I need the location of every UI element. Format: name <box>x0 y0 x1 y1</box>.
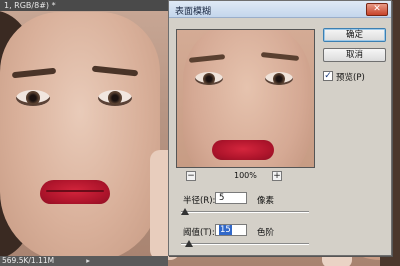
preview-label: 预览(P) <box>336 73 365 83</box>
radius-slider[interactable] <box>180 208 309 216</box>
status-text: 569.5K/1.11M <box>2 256 55 265</box>
threshold-value: 15 <box>219 225 232 235</box>
left-eyebrow <box>11 67 57 79</box>
surface-blur-dialog: 表面模糊 ✕ − 100% + 确定 取消 ✓ 预览(P) 半径(R): 5 像… <box>168 0 392 256</box>
threshold-slider-track <box>181 243 309 245</box>
zoom-in-button[interactable]: + <box>272 171 282 181</box>
cancel-button[interactable]: 取消 <box>323 48 386 62</box>
lips <box>40 180 110 204</box>
right-eyebrow <box>91 65 139 77</box>
zoom-out-button[interactable]: − <box>186 171 196 181</box>
dialog-titlebar[interactable]: 表面模糊 ✕ <box>169 1 391 18</box>
threshold-slider-thumb[interactable] <box>184 240 193 247</box>
filter-preview[interactable] <box>176 29 315 168</box>
radius-unit: 像素 <box>257 196 275 206</box>
preview-checkbox[interactable]: ✓ <box>323 71 333 81</box>
threshold-unit: 色阶 <box>257 228 275 238</box>
radius-label: 半径(R): <box>183 196 216 206</box>
portrait-face <box>0 12 160 262</box>
preview-left-eye <box>195 72 223 85</box>
close-button[interactable]: ✕ <box>366 3 388 16</box>
radius-slider-thumb[interactable] <box>180 208 189 215</box>
dialog-title: 表面模糊 <box>175 7 212 17</box>
zoom-level: 100% <box>234 171 257 180</box>
status-menu-arrow[interactable]: ▸ <box>86 256 90 266</box>
radius-value: 5 <box>219 193 225 203</box>
preview-right-eye <box>265 72 293 85</box>
radius-slider-track <box>181 211 309 213</box>
ok-button[interactable]: 确定 <box>323 28 386 42</box>
threshold-label: 阈值(T): <box>183 228 215 238</box>
zoom-controls: − 100% + <box>176 170 315 182</box>
document-tab[interactable]: 1, RGB/8#) * <box>0 0 168 11</box>
status-bar: 569.5K/1.11M ▸ <box>0 256 168 266</box>
radius-input[interactable]: 5 <box>215 192 247 204</box>
right-eye <box>98 90 132 106</box>
left-eye <box>16 90 50 106</box>
threshold-input[interactable]: 15 <box>215 224 247 236</box>
preview-lips <box>212 140 274 160</box>
threshold-slider[interactable] <box>181 240 309 248</box>
